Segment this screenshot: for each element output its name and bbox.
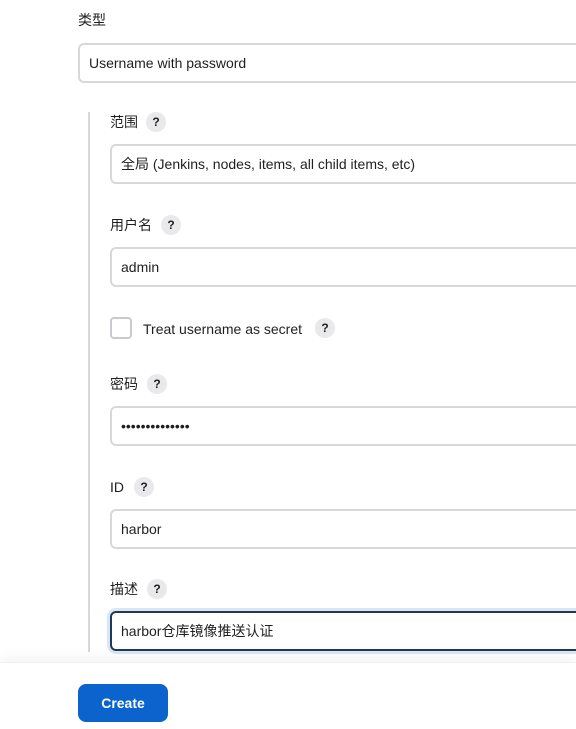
description-value: harbor仓库镜像推送认证 xyxy=(121,623,274,639)
kind-select[interactable]: Username with password xyxy=(78,43,576,83)
password-help-icon[interactable]: ? xyxy=(147,374,167,394)
kind-select-value: Username with password xyxy=(89,55,247,71)
description-field[interactable]: harbor仓库镜像推送认证 xyxy=(110,611,576,651)
scope-select[interactable]: 全局 (Jenkins, nodes, items, all child ite… xyxy=(110,144,576,184)
username-value: admin xyxy=(121,259,160,275)
scope-label: 范围 xyxy=(110,114,138,130)
description-help-icon[interactable]: ? xyxy=(147,579,167,599)
username-label: 用户名 xyxy=(110,217,152,233)
id-label: ID xyxy=(110,479,124,495)
id-value: harbor xyxy=(121,521,162,537)
treat-username-secret-label[interactable]: Treat username as secret xyxy=(143,320,302,338)
password-label: 密码 xyxy=(110,376,138,392)
username-help-icon[interactable]: ? xyxy=(161,215,181,235)
nested-section-indent-bar xyxy=(88,112,90,652)
kind-label: 类型 xyxy=(78,12,106,28)
create-button[interactable]: Create xyxy=(78,684,168,722)
scope-help-icon[interactable]: ? xyxy=(146,112,166,132)
treat-username-secret-checkbox[interactable] xyxy=(110,317,132,339)
id-help-icon[interactable]: ? xyxy=(134,477,154,497)
username-field[interactable]: admin xyxy=(110,247,576,287)
description-label: 描述 xyxy=(110,581,138,597)
scope-select-value: 全局 (Jenkins, nodes, items, all child ite… xyxy=(121,156,416,172)
treat-username-secret-help-icon[interactable]: ? xyxy=(315,318,335,338)
password-field[interactable]: •••••••••••••• xyxy=(110,406,576,446)
id-field[interactable]: harbor xyxy=(110,509,576,549)
password-masked-value: •••••••••••••• xyxy=(121,418,190,434)
